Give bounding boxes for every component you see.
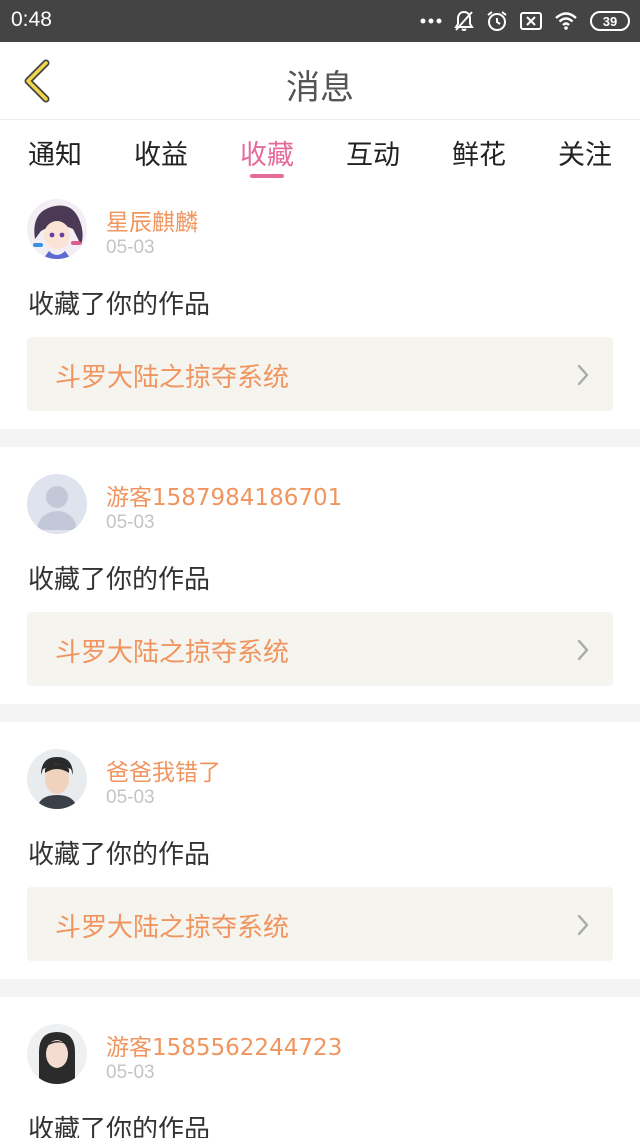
- alarm-icon: [487, 11, 507, 31]
- tab-favorites[interactable]: 收藏: [227, 133, 307, 172]
- message-card: 游客1587984186701 05-03 收藏了你的作品 斗罗大陆之掠夺系统: [0, 447, 640, 704]
- work-title: 斗罗大陆之掠夺系统: [55, 638, 290, 668]
- battery-icon: 39: [590, 11, 630, 31]
- status-bar: 0:48 39: [0, 0, 640, 42]
- message-date: 05-03: [106, 512, 155, 533]
- tab-earnings[interactable]: 收益: [121, 133, 201, 172]
- work-link[interactable]: 斗罗大陆之掠夺系统: [27, 887, 613, 961]
- action-text: 收藏了你的作品: [28, 565, 211, 595]
- message-card: 爸爸我错了 05-03 收藏了你的作品 斗罗大陆之掠夺系统: [0, 722, 640, 979]
- tab-notifications[interactable]: 通知: [15, 133, 95, 172]
- chevron-right-icon: [577, 364, 589, 386]
- battery-level: 39: [602, 13, 618, 29]
- message-date: 05-03: [106, 1062, 155, 1083]
- avatar[interactable]: [27, 1024, 87, 1084]
- action-text: 收藏了你的作品: [28, 840, 211, 870]
- female-photo-avatar-icon: [27, 1024, 87, 1084]
- tab-follows[interactable]: 关注: [545, 133, 625, 172]
- action-text: 收藏了你的作品: [28, 1115, 211, 1138]
- username[interactable]: 游客1587984186701: [106, 478, 342, 512]
- sim-off-icon: [520, 12, 542, 30]
- username[interactable]: 游客1585562244723: [106, 1028, 342, 1062]
- status-icons: 39: [420, 8, 630, 34]
- work-title: 斗罗大陆之掠夺系统: [55, 363, 290, 393]
- chevron-right-icon: [577, 914, 589, 936]
- message-card: 星辰麒麟 05-03 收藏了你的作品 斗罗大陆之掠夺系统: [0, 183, 640, 429]
- avatar[interactable]: [27, 749, 87, 809]
- action-text: 收藏了你的作品: [28, 290, 211, 320]
- tab-interactions[interactable]: 互动: [333, 133, 413, 172]
- work-link[interactable]: 斗罗大陆之掠夺系统: [27, 612, 613, 686]
- tab-active-indicator: [250, 174, 284, 178]
- card-separator: [0, 429, 640, 447]
- tab-bar: 通知 收益 收藏 互动 鲜花 关注: [0, 121, 640, 183]
- work-title: 斗罗大陆之掠夺系统: [55, 913, 290, 943]
- chevron-right-icon: [577, 639, 589, 661]
- username[interactable]: 星辰麒麟: [106, 203, 198, 237]
- avatar[interactable]: [27, 474, 87, 534]
- message-date: 05-03: [106, 237, 155, 258]
- card-separator: [0, 704, 640, 722]
- work-link[interactable]: 斗罗大陆之掠夺系统: [27, 337, 613, 411]
- username[interactable]: 爸爸我错了: [106, 753, 221, 787]
- message-date: 05-03: [106, 787, 155, 808]
- card-separator: [0, 979, 640, 997]
- header: 消息: [0, 42, 640, 120]
- wifi-icon: [555, 12, 577, 30]
- message-card: 游客1585562244723 05-03 收藏了你的作品: [0, 997, 640, 1138]
- tab-flowers[interactable]: 鲜花: [439, 133, 519, 172]
- default-avatar-icon: [27, 474, 87, 534]
- page-title: 消息: [286, 68, 354, 108]
- anime-avatar-icon: [27, 199, 87, 259]
- more-dots-icon: [420, 18, 442, 24]
- bell-off-icon: [454, 10, 474, 31]
- status-time: 0:48: [11, 8, 52, 31]
- avatar[interactable]: [27, 199, 87, 259]
- male-photo-avatar-icon: [27, 749, 87, 809]
